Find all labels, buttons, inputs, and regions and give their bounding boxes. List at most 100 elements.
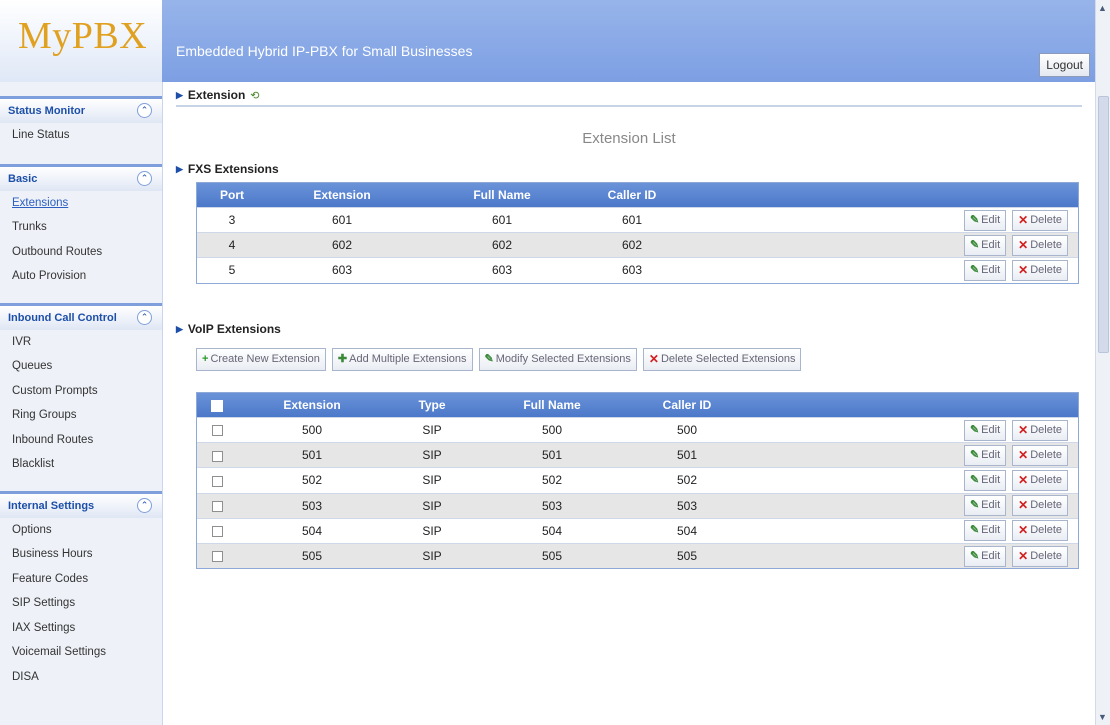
edit-button[interactable]: ✎ Edit: [963, 419, 1007, 441]
delete-x-icon: ✕: [1018, 472, 1029, 487]
edit-button[interactable]: ✎ Edit: [963, 234, 1007, 256]
edit-icon: ✎: [969, 499, 980, 512]
edit-button[interactable]: ✎ Edit: [963, 495, 1007, 517]
delete-button[interactable]: ✕ Delete: [1012, 234, 1068, 256]
collapse-toggle-icon[interactable]: ⌃: [137, 103, 152, 118]
cell-full-name: 601: [491, 213, 513, 227]
sidebar-item-blacklist[interactable]: Blacklist: [0, 452, 162, 477]
row-checkbox[interactable]: [211, 526, 223, 538]
delete-button[interactable]: ✕ Delete: [1012, 520, 1068, 542]
column-header-full-name: Full Name: [473, 188, 531, 202]
sidebar-group-header[interactable]: Inbound Call Control ⌃: [0, 302, 162, 330]
collapse-toggle-icon[interactable]: ⌃: [137, 309, 152, 325]
row-checkbox[interactable]: [211, 500, 223, 512]
cell-full-name: 602: [491, 238, 513, 253]
edit-label: Edit: [981, 423, 1001, 436]
cell-extension: 603: [331, 263, 353, 278]
column-header-caller-id: Caller ID: [607, 188, 657, 202]
delete-selected-extensions-button[interactable]: ✕ Delete Selected Extensions: [642, 348, 802, 371]
scroll-up-icon[interactable]: ▲: [1098, 3, 1107, 13]
edit-icon: ✎: [969, 238, 980, 251]
sidebar-item-voicemail-settings[interactable]: Voicemail Settings: [0, 640, 162, 665]
select-all-checkbox[interactable]: [211, 399, 223, 412]
edit-label: Edit: [981, 238, 1001, 251]
delete-button[interactable]: ✕ Delete: [1012, 209, 1068, 231]
column-header-port: Port: [220, 188, 244, 202]
cell-port: 4: [228, 238, 236, 253]
row-checkbox[interactable]: [211, 475, 223, 487]
fxs-title-text: FXS Extensions: [187, 162, 279, 176]
sidebar-item-inbound-routes[interactable]: Inbound Routes: [0, 428, 162, 453]
edit-button[interactable]: ✎ Edit: [963, 209, 1007, 231]
sidebar-group-inbound-call-control: Inbound Call Control ⌃ IVR Queues Custom…: [0, 302, 162, 477]
delete-label: Delete: [1030, 263, 1062, 276]
sidebar-item-options[interactable]: Options: [0, 518, 162, 543]
collapse-toggle-icon[interactable]: ⌃: [137, 170, 152, 186]
sidebar-item-queues[interactable]: Queues: [0, 354, 162, 379]
sidebar-item-ivr[interactable]: IVR: [0, 330, 162, 355]
delete-button[interactable]: ✕ Delete: [1012, 444, 1068, 466]
sidebar-group-internal-settings: Internal Settings ⌃ Options Business Hou…: [0, 490, 162, 690]
breadcrumb: ▶ Extension ⟲: [176, 88, 1082, 107]
sidebar-item-auto-provision[interactable]: Auto Provision: [0, 264, 162, 289]
modify-selected-label: Modify Selected Extensions: [495, 353, 631, 365]
cell-caller-id: 602: [621, 238, 643, 253]
sidebar-item-trunks[interactable]: Trunks: [0, 215, 162, 240]
cell-extension: 502: [301, 473, 323, 488]
scroll-down-icon[interactable]: ▼: [1098, 712, 1107, 722]
sidebar-item-outbound-routes[interactable]: Outbound Routes: [0, 240, 162, 265]
refresh-icon[interactable]: ⟲: [250, 90, 259, 102]
row-checkbox[interactable]: [211, 425, 223, 437]
sidebar-item-ring-groups[interactable]: Ring Groups: [0, 403, 162, 428]
add-multiple-extensions-button[interactable]: ✚ Add Multiple Extensions: [331, 348, 473, 371]
row-checkbox[interactable]: [211, 450, 223, 462]
cell-type: SIP: [422, 448, 442, 463]
edit-button[interactable]: ✎ Edit: [963, 545, 1007, 567]
sidebar-item-extensions[interactable]: Extensions: [0, 191, 162, 216]
modify-selected-extensions-button[interactable]: ✎ Modify Selected Extensions: [478, 348, 637, 371]
scroll-thumb[interactable]: [1098, 96, 1109, 353]
logout-button[interactable]: Logout: [1039, 53, 1090, 77]
cell-select: [197, 519, 237, 543]
sidebar-item-disa[interactable]: DISA: [0, 665, 162, 690]
delete-x-icon: ✕: [1018, 237, 1029, 252]
delete-button[interactable]: ✕ Delete: [1012, 259, 1068, 281]
voip-table-header: Extension Type Full Name Caller ID: [197, 393, 1078, 417]
row-checkbox[interactable]: [211, 551, 223, 563]
sidebar-item-business-hours[interactable]: Business Hours: [0, 542, 162, 567]
row-actions: ✎ Edit ✕ Delete: [677, 208, 1078, 232]
cell-full-name: 503: [541, 498, 563, 513]
sidebar-group-header[interactable]: Status Monitor ⌃: [0, 96, 162, 123]
delete-button[interactable]: ✕ Delete: [1012, 495, 1068, 517]
sidebar-group-header[interactable]: Basic ⌃: [0, 163, 162, 191]
edit-button[interactable]: ✎ Edit: [963, 520, 1007, 542]
table-row: 3 601 601 601 ✎ Edit ✕ Delete: [197, 207, 1078, 233]
edit-icon: ✎: [969, 423, 980, 436]
sidebar-group-title: Inbound Call Control: [8, 311, 117, 324]
cell-extension: 501: [301, 448, 323, 463]
app-logo: MyPBX: [18, 15, 148, 57]
collapse-toggle-icon[interactable]: ⌃: [137, 497, 152, 513]
delete-label: Delete: [1030, 423, 1062, 436]
sidebar-item-sip-settings[interactable]: SIP Settings: [0, 591, 162, 616]
vertical-scrollbar[interactable]: ▲ ▼: [1095, 0, 1110, 725]
cell-full-name: 603: [491, 263, 513, 278]
table-row: 504 SIP 504 504 ✎ Edit ✕ Delete: [197, 517, 1078, 543]
delete-button[interactable]: ✕ Delete: [1012, 469, 1068, 491]
delete-button[interactable]: ✕ Delete: [1012, 419, 1068, 441]
sidebar-group-header[interactable]: Internal Settings ⌃: [0, 490, 162, 518]
page-title: Extension List: [582, 130, 676, 147]
sidebar-item-iax-settings[interactable]: IAX Settings: [0, 616, 162, 641]
edit-label: Edit: [981, 448, 1001, 461]
edit-button[interactable]: ✎ Edit: [963, 259, 1007, 281]
sidebar-item-line-status[interactable]: Line Status: [0, 123, 162, 148]
sidebar-item-feature-codes[interactable]: Feature Codes: [0, 567, 162, 592]
create-new-extension-button[interactable]: + Create New Extension: [196, 348, 326, 371]
delete-x-icon: ✕: [1018, 548, 1029, 563]
cell-type: SIP: [422, 498, 442, 513]
edit-button[interactable]: ✎ Edit: [963, 444, 1007, 466]
delete-button[interactable]: ✕ Delete: [1012, 545, 1068, 567]
sidebar-item-custom-prompts[interactable]: Custom Prompts: [0, 379, 162, 404]
edit-label: Edit: [981, 213, 1001, 226]
edit-button[interactable]: ✎ Edit: [963, 469, 1007, 491]
